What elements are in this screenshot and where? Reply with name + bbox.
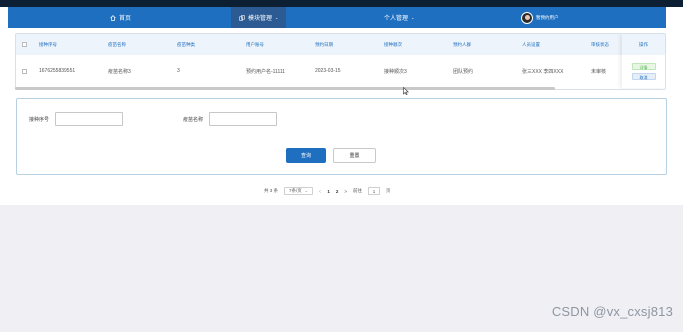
col-header-3[interactable]: 用户账号 bbox=[246, 34, 264, 55]
serial-input[interactable] bbox=[55, 112, 123, 126]
app-page: 首页 模块管理 ⌄ 个人管理 ⌄ 暂预约用户 接种序号 疫苗名称 疫苗种类 用户… bbox=[0, 0, 683, 332]
home-icon bbox=[110, 14, 116, 21]
cell-review-status: 未审核 bbox=[591, 68, 607, 75]
page-unit-label: 页 bbox=[386, 188, 391, 193]
cell-personnel: 张三XXX 李四XXX bbox=[522, 68, 564, 75]
goto-label: 前往 bbox=[353, 188, 363, 193]
detail-button[interactable]: 详情 bbox=[631, 63, 656, 70]
reset-button[interactable]: 重置 bbox=[333, 148, 376, 163]
search-panel: 接种序号 疫苗名称 查询 重置 bbox=[16, 98, 667, 175]
nav-module-label: 模块管理 bbox=[248, 16, 273, 22]
avatar bbox=[521, 11, 533, 24]
nav-personal-management[interactable]: 个人管理 ⌄ bbox=[384, 7, 414, 28]
cell-user-account: 预约用户名-11111 bbox=[246, 68, 286, 75]
row-checkbox[interactable] bbox=[22, 56, 27, 86]
page-size-select[interactable]: 7条/页 ⌄ bbox=[284, 187, 313, 195]
cell-vaccine-type: 3 bbox=[177, 68, 180, 74]
table-header-row: 接种序号 疫苗名称 疫苗种类 用户账号 预约日期 接种顺次 预约人群 人员设置 … bbox=[16, 34, 665, 55]
top-strip bbox=[0, 0, 683, 7]
cell-serial: 1676255839551 bbox=[39, 68, 76, 74]
page-size-value: 7条/页 bbox=[289, 188, 302, 193]
nav-module-management[interactable]: 模块管理 ⌄ bbox=[231, 7, 287, 28]
prev-page-button[interactable]: < bbox=[319, 189, 322, 194]
col-header-5[interactable]: 接种顺次 bbox=[384, 34, 402, 55]
col-header-8[interactable]: 审核状态 bbox=[591, 34, 609, 55]
page-number-2[interactable]: 2 bbox=[336, 189, 339, 194]
horizontal-scrollbar[interactable] bbox=[15, 87, 555, 90]
main-nav: 首页 模块管理 ⌄ 个人管理 ⌄ 暂预约用户 bbox=[8, 7, 666, 28]
col-header-0[interactable]: 接种序号 bbox=[39, 34, 57, 55]
col-header-1[interactable]: 疫苗名称 bbox=[108, 34, 126, 55]
select-all-checkbox[interactable] bbox=[22, 34, 27, 55]
table-row[interactable]: 1676255839551 疫苗名称3 3 预约用户名-11111 2023-0… bbox=[16, 56, 665, 86]
nav-personal-label: 个人管理 bbox=[384, 16, 409, 22]
nav-user[interactable]: 暂预约用户 bbox=[521, 7, 559, 28]
chevron-down-icon: ⌄ bbox=[304, 189, 308, 193]
data-table: 接种序号 疫苗名称 疫苗种类 用户账号 预约日期 接种顺次 预约人群 人员设置 … bbox=[15, 33, 666, 90]
col-header-6[interactable]: 预约人群 bbox=[453, 34, 471, 55]
cell-booking-group: 团队预约 bbox=[453, 68, 474, 75]
chevron-down-icon: ⌄ bbox=[411, 15, 415, 20]
cancel-booking-button[interactable]: 取消 bbox=[631, 73, 656, 80]
copy-icon bbox=[239, 14, 245, 21]
query-button[interactable]: 查询 bbox=[286, 148, 326, 163]
col-header-2[interactable]: 疫苗种类 bbox=[177, 34, 195, 55]
operations-column: 操作 详情 取消 bbox=[622, 34, 665, 88]
nav-home-label: 首页 bbox=[119, 16, 132, 22]
serial-label: 接种序号 bbox=[29, 117, 50, 123]
chevron-down-icon: ⌄ bbox=[275, 15, 279, 20]
nav-home[interactable]: 首页 bbox=[110, 7, 131, 28]
pagination: 共 3 条 7条/页 ⌄ < 1 2 > 前往 1 页 bbox=[264, 186, 391, 196]
cell-booking-date: 2023-03-15 bbox=[315, 68, 341, 74]
nav-user-label: 暂预约用户 bbox=[536, 14, 559, 20]
col-header-4[interactable]: 预约日期 bbox=[315, 34, 333, 55]
goto-page-input[interactable]: 1 bbox=[368, 187, 381, 195]
vaccine-name-label: 疫苗名称 bbox=[183, 117, 204, 123]
col-header-7[interactable]: 人员设置 bbox=[522, 34, 540, 55]
next-page-button[interactable]: > bbox=[344, 189, 347, 194]
cell-dose-order: 接种顺次3 bbox=[384, 68, 407, 75]
mouse-cursor-icon bbox=[403, 87, 409, 95]
ops-header: 操作 bbox=[622, 34, 665, 55]
vaccine-name-input[interactable] bbox=[209, 112, 277, 126]
total-count: 共 3 条 bbox=[264, 188, 279, 193]
page-number-1[interactable]: 1 bbox=[327, 189, 330, 194]
cell-vaccine-name: 疫苗名称3 bbox=[108, 68, 131, 75]
watermark-text: CSDN @vx_cxsj813 bbox=[551, 304, 673, 319]
